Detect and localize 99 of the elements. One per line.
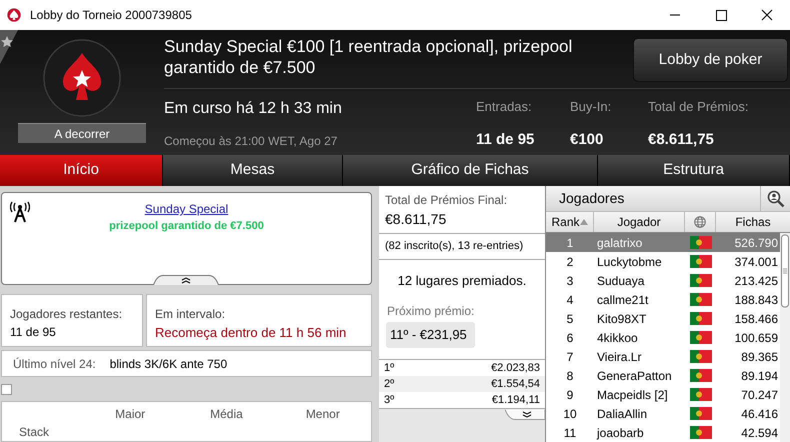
sort-ascending-icon	[580, 219, 588, 225]
next-prize-value: 11º - €231,95	[386, 322, 475, 348]
window-title: Lobby do Torneio 2000739805	[30, 7, 192, 24]
break-countdown: Recomeça dentro de 11 h 56 min	[155, 324, 348, 342]
chips-cell-text: 158.466	[734, 310, 779, 328]
rank-cell-text: 3	[566, 272, 574, 290]
player-name: Luckytobme	[596, 254, 663, 270]
player-row[interactable]: 1 galatrixo 526.790	[546, 233, 780, 252]
prize-pool-value: €8.611,75	[385, 210, 448, 229]
chips-cell-text: 188.843	[734, 292, 779, 308]
player-name: callme21t	[596, 292, 650, 308]
favorite-star-icon[interactable]	[0, 30, 18, 64]
next-prize-label: Próximo prémio:	[387, 303, 474, 320]
flag-icon	[690, 293, 712, 306]
payout-place: 2º	[384, 377, 394, 392]
spade-logo-icon	[43, 39, 121, 117]
globe-icon	[694, 216, 706, 228]
rank-cell-text: 9	[566, 386, 574, 404]
rank-cell-text: 2	[566, 254, 574, 270]
rank-cell-text: 5	[566, 310, 574, 328]
checkbox[interactable]	[1, 384, 12, 395]
lobby-button[interactable]: Lobby de poker	[633, 38, 788, 82]
tab[interactable]: Estrutura	[598, 155, 790, 186]
column-header[interactable]: Jogador	[594, 212, 685, 232]
column-header[interactable]: Fichas	[716, 212, 790, 232]
players-remaining-value: 11 de 95	[10, 324, 57, 342]
places-paid: 12 lugares premiados.	[396, 272, 528, 290]
players-remaining-label: Jogadores restantes:	[10, 306, 124, 324]
stat-value: €100	[570, 130, 604, 150]
payout-place: 1º	[384, 361, 394, 376]
player-name: Kito98XT	[596, 310, 648, 328]
flag-icon	[690, 426, 712, 439]
flag-icon	[690, 350, 712, 363]
running-time: Em curso há 12 h 33 min	[164, 99, 343, 119]
player-name: joaobarb	[596, 424, 645, 442]
collapse-tab[interactable]	[153, 275, 219, 286]
rank-cell-text: 7	[566, 348, 574, 366]
chips-cell-text: 374.001	[734, 254, 779, 270]
stat-label: Entradas:	[476, 98, 533, 116]
player-name: DaliaAllin	[596, 406, 648, 422]
rank-cell-text: 11	[562, 424, 578, 442]
rank-column-header[interactable]: Rank	[546, 212, 594, 232]
flag-icon	[690, 312, 712, 325]
player-name: Suduaya	[596, 272, 646, 290]
chips-cell-text: 213.425	[734, 272, 779, 290]
chips-cell-text: 526.790	[734, 234, 779, 252]
announcement-subtitle: prizepool garantido de €7.500	[109, 219, 264, 234]
flag-icon	[690, 369, 712, 382]
payout-amount: €2.023,83	[491, 361, 540, 376]
player-name: GeneraPatton	[596, 368, 673, 384]
flag-icon	[690, 331, 712, 344]
payout-amount: €1.194,11	[492, 393, 540, 408]
player-name: Vieira.Lr	[596, 348, 642, 366]
row-label: Stack	[18, 424, 50, 441]
flag-icon	[690, 274, 712, 287]
rank-cell-text: 6	[566, 330, 574, 346]
flag-icon	[690, 255, 712, 268]
rank-cell-text: 1	[566, 234, 574, 252]
announcement-link[interactable]: Sunday Special	[144, 200, 228, 218]
entries-note: (82 inscrito(s), 13 re-entries)	[385, 239, 524, 254]
tab[interactable]: Início	[0, 155, 163, 186]
app-logo-icon	[7, 8, 21, 22]
level-label: Último nível 24:	[13, 356, 96, 373]
rank-cell-text: 8	[566, 368, 574, 384]
chips-cell-text: 89.194	[740, 368, 779, 384]
flag-icon	[690, 236, 712, 249]
payout-place: 3º	[384, 393, 394, 408]
chips-cell-text: 46.416	[740, 406, 779, 422]
chips-cell-text: 70.247	[740, 386, 779, 404]
status-badge: A decorrer	[18, 123, 146, 143]
chips-cell-text: 42.594	[740, 424, 779, 442]
player-name: 4kikkoo	[596, 330, 639, 346]
chips-cell-text: 100.659	[734, 330, 779, 346]
expand-tab[interactable]	[505, 409, 545, 420]
player-name: Macpeidls [2]	[596, 386, 669, 404]
column-header: Média	[209, 406, 244, 423]
column-header: Menor	[304, 406, 341, 423]
stat-value: 11 de 95	[476, 130, 536, 150]
flag-icon	[690, 388, 712, 401]
broadcast-tower-icon	[10, 201, 30, 223]
player-name: galatrixo	[596, 234, 644, 252]
flag-icon	[690, 407, 712, 420]
stat-label: Buy-In:	[570, 98, 612, 116]
search-icon	[766, 190, 784, 208]
stat-label: Total de Prémios:	[648, 98, 750, 116]
rank-cell-text: 10	[562, 406, 578, 422]
tab[interactable]: Gráfico de Fichas	[343, 155, 598, 186]
start-time: Começou às 21:00 WET, Ago 27	[164, 133, 338, 150]
break-label: Em intervalo:	[155, 306, 226, 324]
payout-amount: €1.554,54	[491, 377, 540, 392]
level-value: blinds 3K/6K ante 750	[110, 356, 228, 373]
column-header: Maior	[114, 406, 146, 423]
rank-cell-text: 4	[566, 292, 574, 308]
prize-pool-label: Total de Prémios Final:	[385, 192, 508, 209]
stat-value: €8.611,75	[648, 130, 715, 150]
players-title: Jogadores	[559, 189, 624, 208]
tournament-name: Sunday Special €100 [1 reentrada opcional], prizepool garantido de €7.500	[164, 36, 574, 78]
tab[interactable]: Mesas	[163, 155, 343, 186]
chips-cell-text: 89.365	[740, 348, 779, 366]
